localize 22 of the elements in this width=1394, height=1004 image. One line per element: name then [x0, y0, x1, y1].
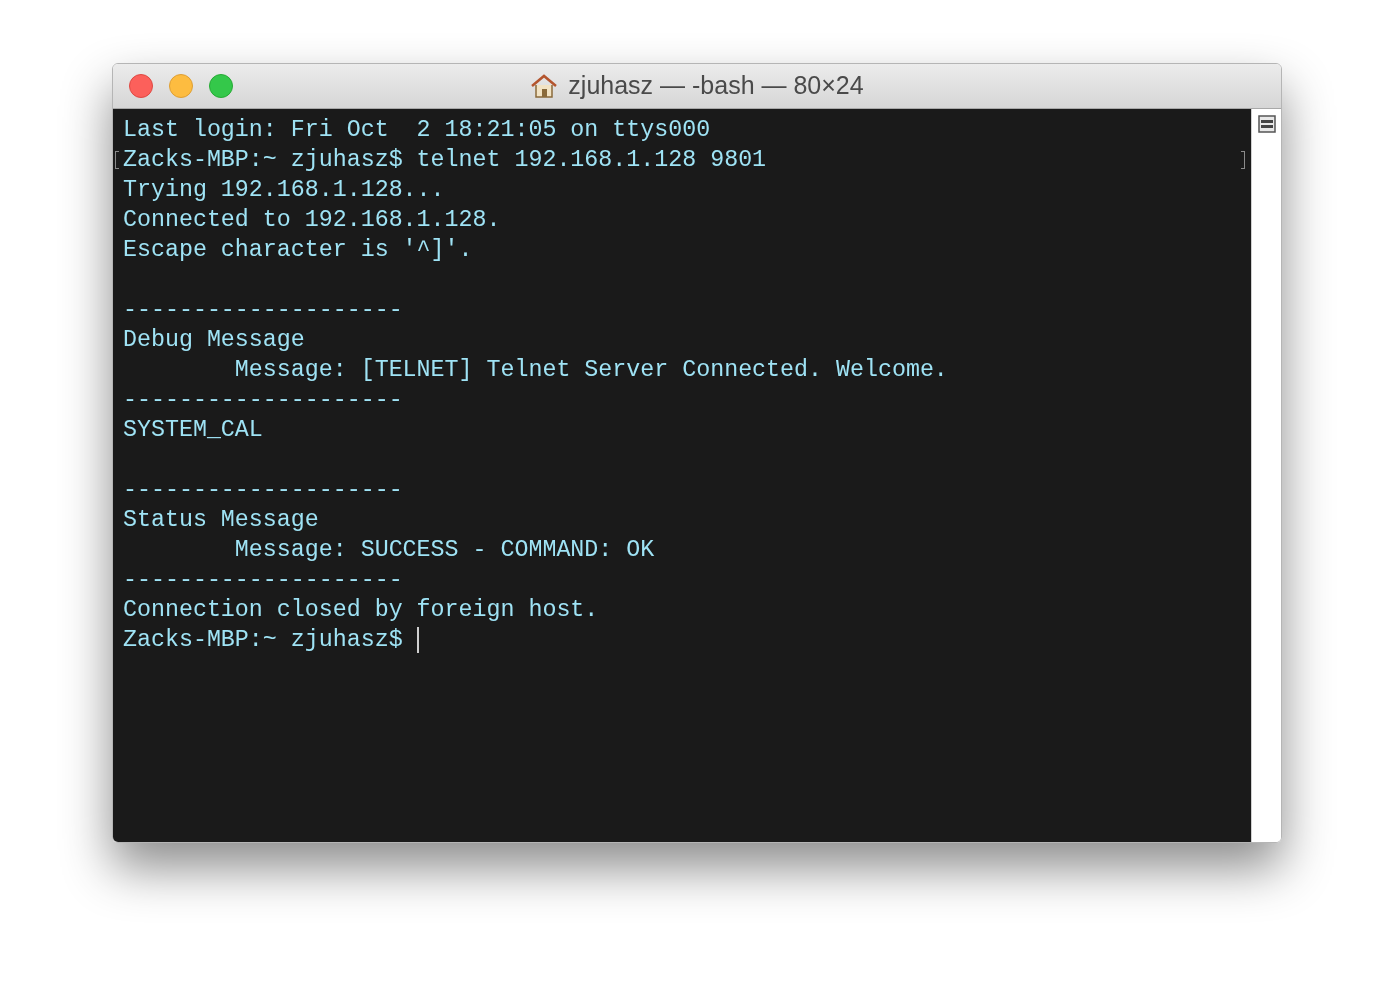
terminal-line: Connection closed by foreign host. — [123, 596, 599, 625]
terminal-line: Message: [TELNET] Telnet Server Connected. Welcome. — [233, 356, 948, 385]
terminal-line: SYSTEM_CAL — [123, 416, 263, 445]
terminal-line: Zacks-MBP:~ zjuhasz$ — [123, 626, 404, 655]
terminal-line: Last login: Fri Oct 2 18:21:05 on ttys000 — [123, 116, 711, 145]
terminal-line: Status Message — [123, 506, 319, 535]
zoom-button[interactable] — [209, 74, 233, 98]
terminal-line: Trying 192.168.1.128... — [123, 176, 445, 205]
terminal-line: Message: SUCCESS - COMMAND: OK — [233, 536, 655, 565]
terminal-line: -------------------- — [123, 386, 403, 415]
terminal-line: Debug Message — [123, 326, 305, 355]
home-icon — [530, 73, 559, 99]
terminal-line: -------------------- — [123, 566, 403, 595]
terminal-line: Connected to 192.168.1.128. — [123, 206, 501, 235]
close-button[interactable] — [129, 74, 153, 98]
terminal-line: Escape character is '^]'. — [123, 236, 473, 265]
split-pane-icon[interactable] — [1257, 115, 1276, 133]
terminal-line: -------------------- — [123, 476, 403, 505]
window-title: zjuhasz — -bash — 80×24 — [568, 70, 864, 102]
terminal-line: -------------------- — [123, 296, 403, 325]
terminal-line: Zacks-MBP:~ zjuhasz$ telnet 192.168.1.128 9801 — [123, 146, 767, 175]
minimize-button[interactable] — [169, 74, 193, 98]
